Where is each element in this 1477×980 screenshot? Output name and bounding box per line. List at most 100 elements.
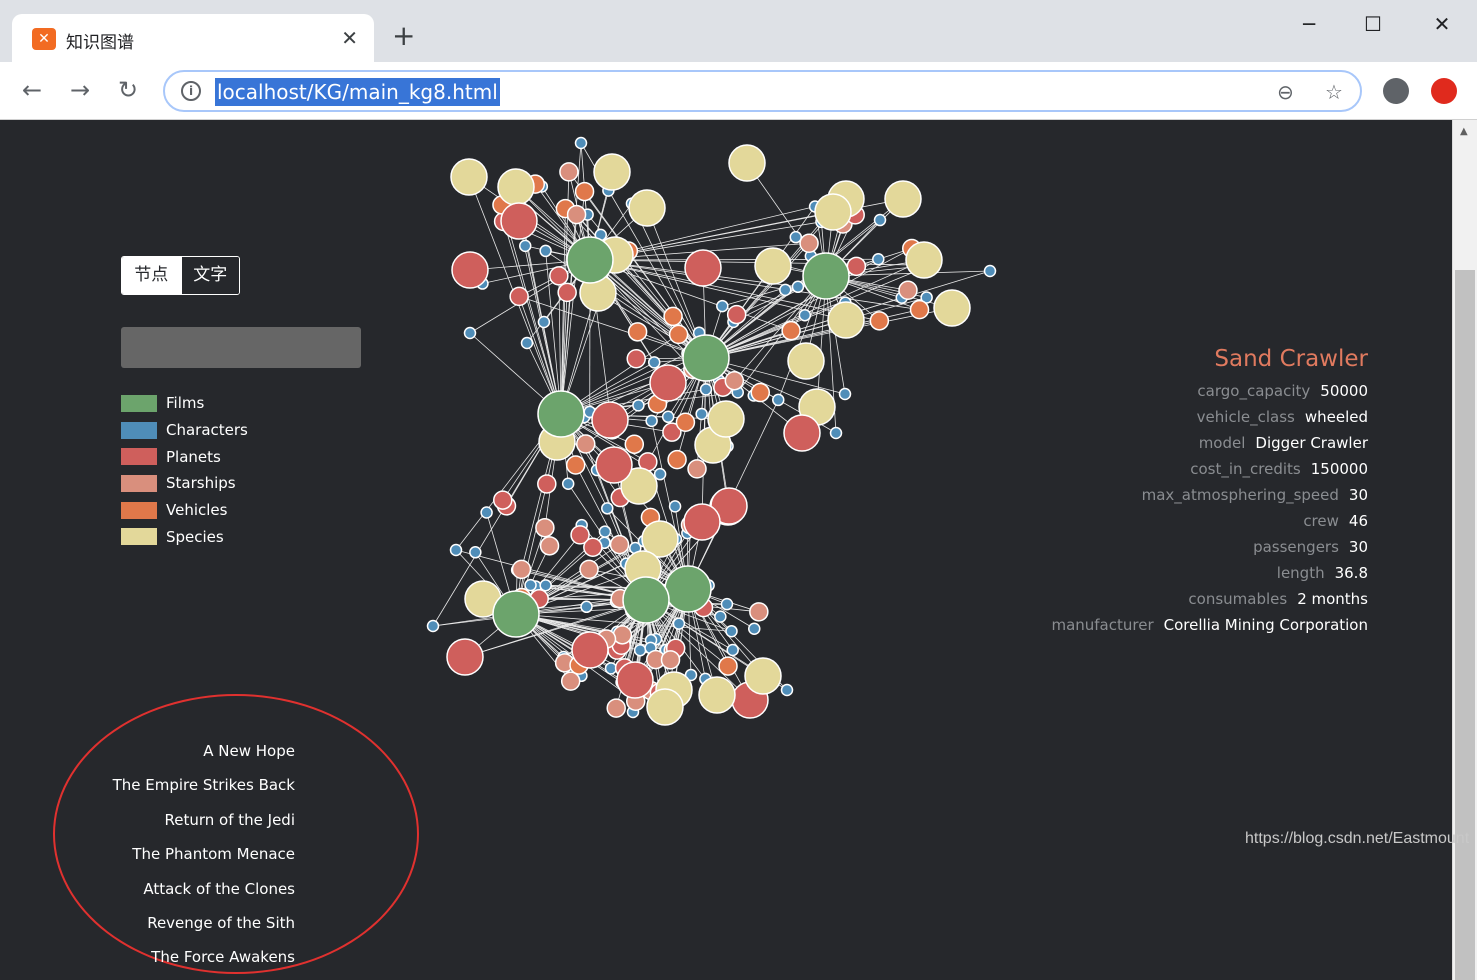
graph-node[interactable] — [500, 202, 538, 240]
graph-node[interactable] — [480, 506, 493, 519]
graph-node[interactable] — [633, 643, 647, 657]
graph-node[interactable] — [606, 698, 626, 718]
graph-node[interactable] — [749, 602, 769, 622]
graph-node[interactable] — [787, 342, 825, 380]
bookmark-star-icon[interactable]: ☆ — [1325, 80, 1343, 104]
graph-node[interactable] — [683, 503, 721, 541]
graph-node[interactable] — [579, 559, 599, 580]
address-bar[interactable]: i localhost/KG/main_kg8.html ⊖ ☆ — [163, 70, 1362, 112]
graph-node[interactable] — [668, 500, 682, 513]
legend-item[interactable]: Films — [121, 390, 248, 417]
graph-node[interactable] — [779, 283, 792, 297]
graph-node[interactable] — [497, 168, 535, 206]
graph-node[interactable] — [661, 410, 675, 424]
extension-icon[interactable] — [1431, 78, 1457, 104]
graph-node[interactable] — [695, 407, 708, 421]
graph-node[interactable] — [560, 671, 581, 691]
graph-node[interactable] — [539, 244, 552, 258]
graph-node[interactable] — [781, 320, 801, 341]
graph-node[interactable] — [628, 189, 666, 227]
graph-node[interactable] — [748, 622, 761, 635]
graph-node[interactable] — [829, 426, 843, 440]
graph-node[interactable] — [663, 306, 683, 327]
graph-node[interactable] — [576, 434, 596, 454]
graph-node[interactable] — [535, 517, 555, 538]
graph-node[interactable] — [595, 446, 633, 484]
graph-node[interactable] — [827, 301, 865, 339]
legend-item[interactable]: Vehicles — [121, 497, 248, 524]
graph-node[interactable] — [869, 311, 890, 331]
browser-tab[interactable]: ✕ 知识图谱 ✕ — [12, 14, 374, 62]
graph-node[interactable] — [580, 600, 593, 614]
graph-node[interactable] — [626, 349, 646, 369]
profile-avatar-icon[interactable] — [1383, 78, 1409, 104]
graph-node[interactable] — [632, 399, 645, 412]
graph-node[interactable] — [511, 559, 532, 580]
graph-node[interactable] — [714, 610, 727, 623]
graph-node[interactable] — [646, 688, 684, 726]
graph-node[interactable] — [557, 282, 577, 303]
graph-node[interactable] — [537, 390, 585, 438]
graph-node[interactable] — [720, 597, 734, 611]
legend-item[interactable]: Species — [121, 523, 248, 550]
graph-node[interactable] — [524, 578, 537, 592]
graph-node[interactable] — [539, 579, 552, 592]
graph-node[interactable] — [682, 334, 730, 382]
graph-node[interactable] — [463, 326, 477, 340]
graph-node[interactable] — [698, 676, 736, 714]
graph-node[interactable] — [905, 241, 943, 279]
graph-node[interactable] — [571, 631, 609, 669]
graph-node[interactable] — [772, 393, 785, 407]
film-item[interactable]: A New Hope — [80, 742, 295, 776]
toggle-text-button[interactable]: 文字 — [180, 257, 239, 294]
film-item[interactable]: The Empire Strikes Back — [80, 776, 295, 810]
graph-node[interactable] — [561, 477, 575, 491]
forward-arrow-icon[interactable]: → — [70, 76, 90, 104]
new-tab-icon[interactable]: + — [392, 22, 415, 50]
graph-node[interactable] — [593, 153, 631, 191]
graph-node[interactable] — [750, 382, 771, 403]
scroll-up-icon[interactable]: ▲ — [1460, 126, 1468, 137]
vertical-scrollbar[interactable]: ▲ — [1452, 120, 1477, 980]
graph-node[interactable] — [451, 251, 489, 289]
graph-node[interactable] — [726, 304, 747, 325]
scroll-thumb[interactable] — [1455, 270, 1475, 980]
graph-node[interactable] — [649, 364, 687, 402]
graph-node[interactable] — [783, 414, 821, 452]
graph-node[interactable] — [653, 467, 667, 481]
site-info-icon[interactable]: i — [181, 81, 201, 101]
graph-node[interactable] — [983, 264, 997, 278]
graph-node[interactable] — [873, 213, 887, 227]
graph-node[interactable] — [426, 619, 440, 633]
graph-node[interactable] — [492, 590, 540, 638]
graph-node[interactable] — [509, 286, 529, 307]
graph-node[interactable] — [598, 525, 612, 538]
graph-node[interactable] — [744, 657, 782, 695]
graph-node[interactable] — [884, 180, 922, 218]
graph-node[interactable] — [566, 204, 587, 225]
toggle-nodes-button[interactable]: 节点 — [122, 257, 181, 294]
graph-node[interactable] — [799, 233, 819, 254]
graph-node[interactable] — [537, 474, 557, 494]
graph-node[interactable] — [725, 624, 738, 638]
graph-node[interactable] — [520, 336, 534, 350]
graph-node[interactable] — [446, 638, 484, 676]
graph-node[interactable] — [612, 625, 633, 645]
graph-node[interactable] — [565, 455, 586, 475]
graph-node[interactable] — [802, 252, 850, 300]
legend-item[interactable]: Planets — [121, 443, 248, 470]
film-item[interactable]: The Phantom Menace — [80, 845, 295, 879]
reload-icon[interactable]: ↻ — [118, 76, 138, 104]
graph-node[interactable] — [493, 490, 513, 510]
graph-node[interactable] — [684, 249, 722, 287]
graph-node[interactable] — [872, 253, 885, 266]
graph-node[interactable] — [798, 308, 812, 322]
film-item[interactable]: Revenge of the Sith — [80, 914, 295, 948]
graph-node[interactable] — [724, 370, 745, 391]
film-item[interactable]: Attack of the Clones — [80, 880, 295, 914]
legend-item[interactable]: Starships — [121, 470, 248, 497]
graph-node[interactable] — [814, 193, 852, 231]
graph-node[interactable] — [754, 247, 792, 285]
graph-node[interactable] — [645, 414, 658, 428]
graph-node[interactable] — [622, 576, 670, 624]
